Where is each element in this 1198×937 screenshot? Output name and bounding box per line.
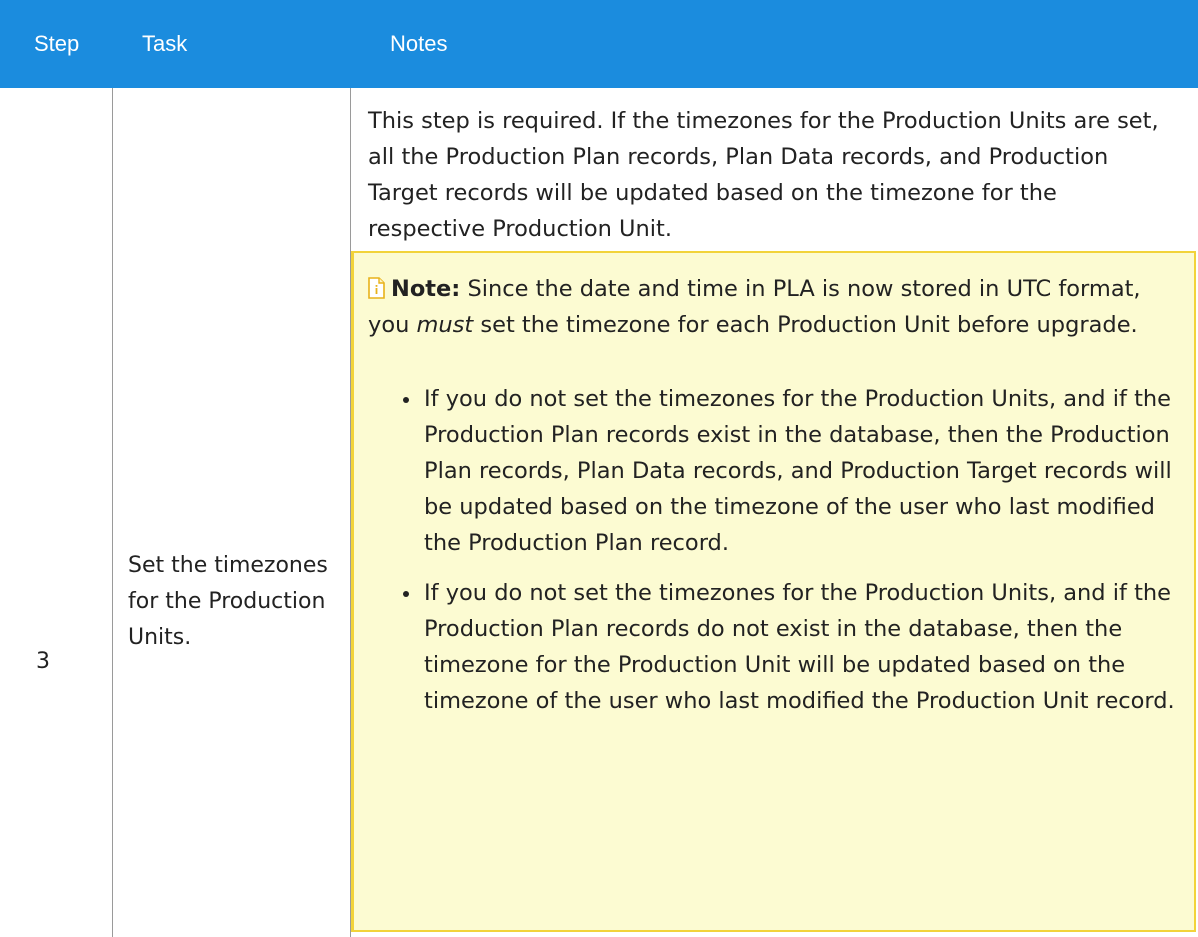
note-bullet-list: If you do not set the timezones for the … (403, 381, 1184, 733)
column-divider-step (112, 88, 113, 937)
note-label: Note: (391, 276, 461, 302)
note-box: Note: Since the date and time in PLA is … (351, 251, 1196, 932)
list-item: If you do not set the timezones for the … (403, 575, 1184, 719)
note-paragraph: Note: Since the date and time in PLA is … (368, 271, 1188, 343)
note-emphasis: must (416, 312, 474, 338)
note-text-after: set the timezone for each Production Uni… (473, 312, 1138, 338)
table-header: Step Task Notes (0, 0, 1198, 88)
header-step: Step (34, 31, 80, 56)
header-task: Task (142, 31, 188, 56)
header-notes: Notes (390, 31, 448, 56)
task-text: Set the timezones for the Production Uni… (128, 553, 328, 650)
list-item: If you do not set the timezones for the … (403, 381, 1184, 561)
notes-intro: This step is required. If the timezones … (368, 108, 1159, 242)
steps-table: Step Task Notes 3 Set the timezones for … (0, 0, 1198, 937)
step-number: 3 (36, 649, 50, 674)
note-document-icon (368, 274, 385, 299)
